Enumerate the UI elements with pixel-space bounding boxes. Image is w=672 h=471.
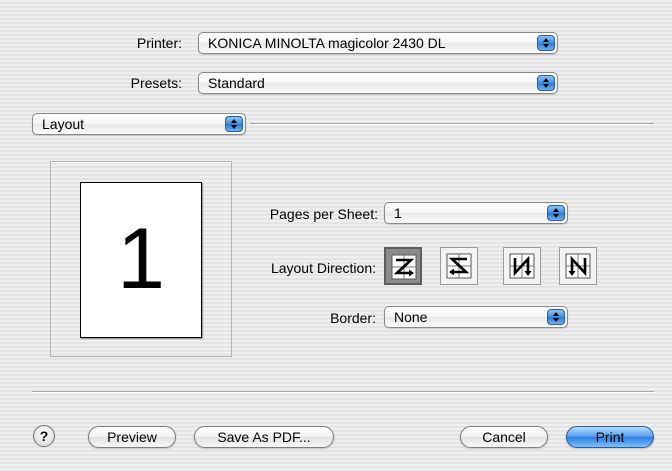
layout-direction-reverse-z[interactable] <box>440 247 478 285</box>
layout-direction-n[interactable] <box>503 247 541 285</box>
printer-value: KONICA MINOLTA magicolor 2430 DL <box>208 35 446 51</box>
popup-arrows-icon <box>547 309 565 325</box>
pages-per-sheet-popup[interactable]: 1 <box>384 202 568 224</box>
printer-label: Printer: <box>136 35 182 51</box>
panel-separator <box>250 123 654 124</box>
help-button[interactable]: ? <box>33 425 55 447</box>
border-popup[interactable]: None <box>384 306 568 328</box>
reverse-n-order-icon <box>565 253 591 279</box>
popup-arrows-icon <box>537 75 555 91</box>
pages-per-sheet-label: Pages per Sheet: <box>269 206 378 222</box>
presets-label: Presets: <box>130 75 182 91</box>
border-value: None <box>394 309 428 325</box>
reverse-z-order-icon <box>446 253 472 279</box>
presets-popup[interactable]: Standard <box>198 72 558 94</box>
border-label: Border: <box>330 310 376 326</box>
cancel-button[interactable]: Cancel <box>460 426 548 448</box>
bottom-separator <box>32 391 654 392</box>
popup-arrows-icon <box>225 116 243 132</box>
layout-direction-reverse-n[interactable] <box>559 247 597 285</box>
popup-arrows-icon <box>537 35 555 51</box>
presets-value: Standard <box>208 75 265 91</box>
panel-value: Layout <box>42 116 85 132</box>
layout-direction-label: Layout Direction: <box>270 260 376 276</box>
printer-popup[interactable]: KONICA MINOLTA magicolor 2430 DL <box>198 32 558 54</box>
popup-arrows-icon <box>547 205 565 221</box>
print-button[interactable]: Print <box>566 426 654 448</box>
panel-popup[interactable]: Layout <box>32 113 246 135</box>
save-as-pdf-button[interactable]: Save As PDF... <box>194 426 334 448</box>
layout-direction-z[interactable] <box>384 247 422 285</box>
preview-page-number: 1 <box>117 211 165 307</box>
preview-frame: 1 <box>50 161 232 357</box>
n-order-icon <box>509 253 535 279</box>
z-order-icon <box>391 254 417 280</box>
pages-per-sheet-value: 1 <box>394 205 402 221</box>
preview-page: 1 <box>80 182 202 338</box>
preview-button[interactable]: Preview <box>88 426 176 448</box>
